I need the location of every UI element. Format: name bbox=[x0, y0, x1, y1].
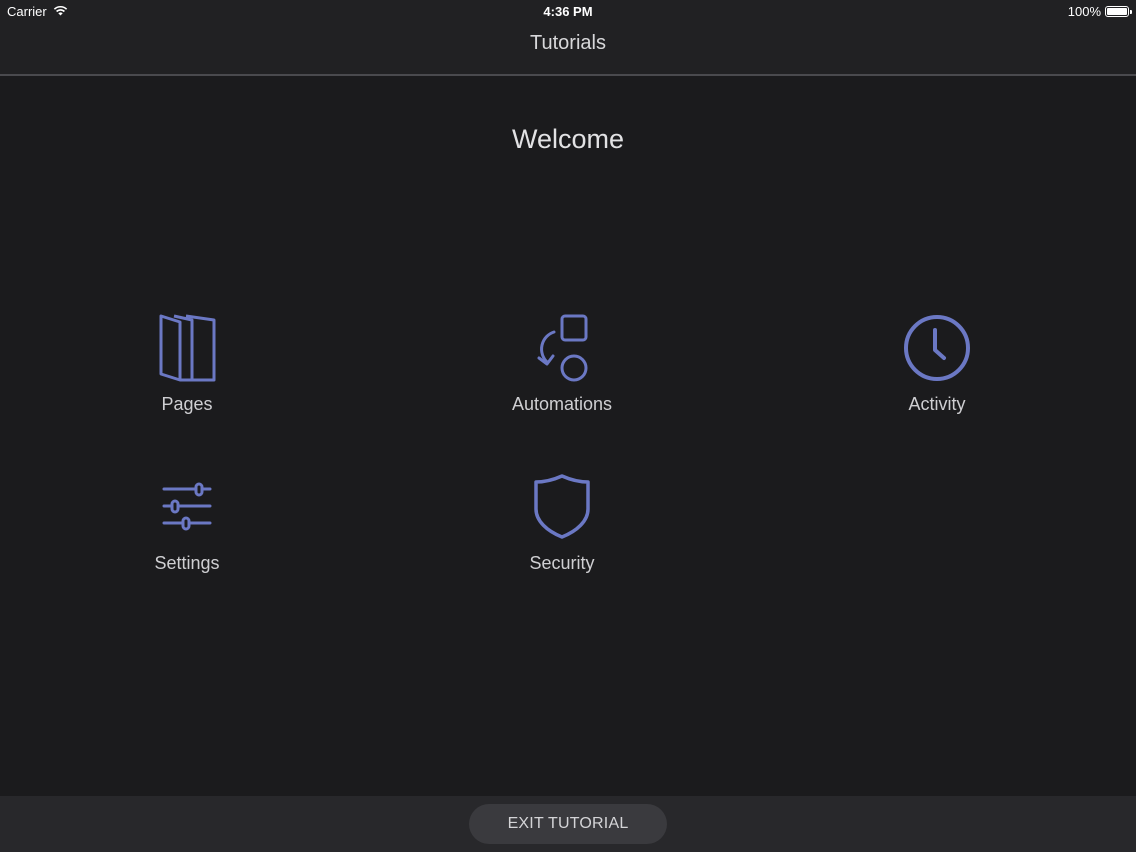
tile-security[interactable]: Security bbox=[442, 471, 682, 591]
activity-clock-icon bbox=[902, 312, 972, 382]
tile-automations[interactable]: Automations bbox=[442, 312, 682, 432]
navigation-bar: Tutorials bbox=[0, 22, 1136, 76]
exit-tutorial-button[interactable]: EXIT TUTORIAL bbox=[469, 804, 667, 844]
tile-activity[interactable]: Activity bbox=[817, 312, 1057, 432]
tile-pages-label: Pages bbox=[161, 394, 213, 414]
status-time: 4:36 PM bbox=[543, 4, 593, 19]
automations-icon bbox=[527, 312, 597, 382]
bottom-bar: EXIT TUTORIAL bbox=[0, 796, 1136, 852]
settings-sliders-icon bbox=[152, 471, 222, 541]
status-right: 100% bbox=[1067, 4, 1132, 19]
battery-fill bbox=[1107, 8, 1127, 15]
tile-activity-label: Activity bbox=[908, 394, 966, 414]
nav-title: Tutorials bbox=[530, 32, 606, 54]
battery-icon bbox=[1105, 6, 1132, 17]
tile-automations-label: Automations bbox=[511, 394, 613, 414]
tile-settings-label: Settings bbox=[154, 553, 220, 573]
pages-icon bbox=[152, 312, 222, 382]
tile-pages[interactable]: Pages bbox=[67, 312, 307, 432]
security-shield-icon bbox=[527, 471, 597, 541]
tile-security-label: Security bbox=[529, 553, 595, 573]
welcome-heading: Welcome bbox=[511, 124, 625, 154]
status-bar: Carrier 4:36 PM 100% bbox=[0, 0, 1136, 22]
battery-tip bbox=[1130, 10, 1132, 14]
tutorials-screen: Carrier 4:36 PM 100% Tutorials Welcome P… bbox=[0, 0, 1136, 852]
battery-percent: 100% bbox=[1067, 4, 1101, 19]
tile-settings[interactable]: Settings bbox=[67, 471, 307, 591]
